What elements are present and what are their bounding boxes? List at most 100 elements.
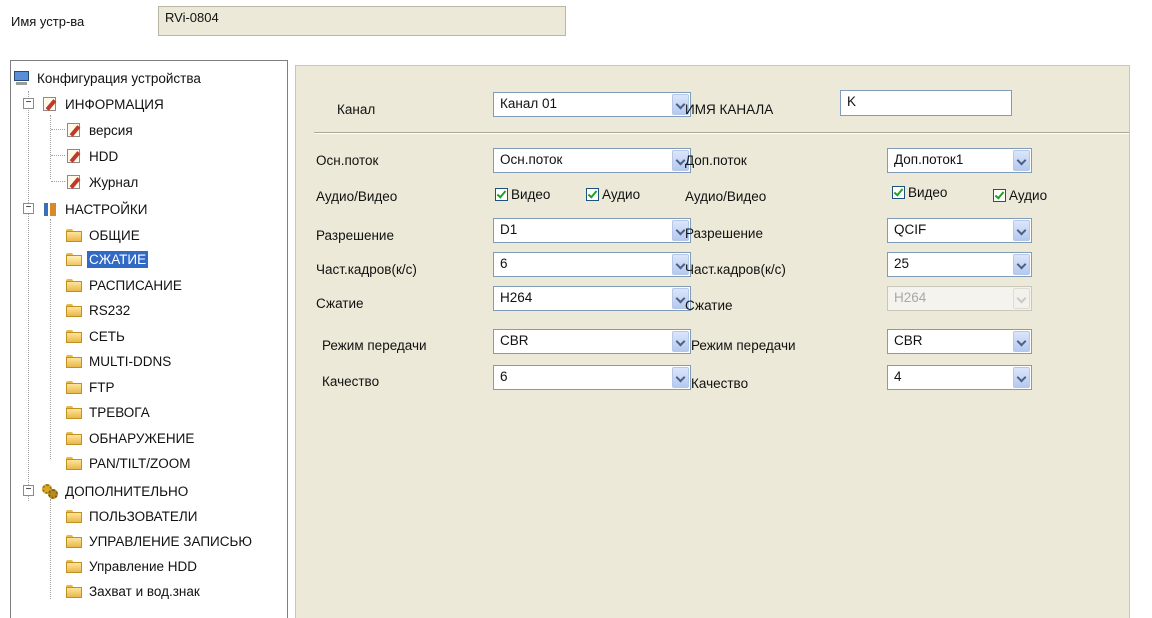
device-name-label: Имя устр-ва — [11, 14, 85, 29]
gears-icon — [41, 483, 59, 499]
sub-av-label: Аудио/Видео — [685, 189, 767, 204]
folder-icon — [65, 558, 83, 574]
tree-line — [28, 91, 29, 501]
chevron-down-icon[interactable] — [672, 367, 689, 388]
main-stream-label: Осн.поток — [316, 153, 379, 168]
tree-item-general[interactable]: ОБЩИЕ — [65, 224, 142, 246]
compression-settings-panel: Канал Канал 01 ИМЯ КАНАЛА K Осн.поток Ос… — [295, 65, 1130, 618]
sub-quality-label: Качество — [691, 376, 749, 391]
notepad-icon — [65, 122, 83, 138]
folder-icon — [65, 227, 83, 243]
tools-icon — [41, 201, 59, 217]
tree-item-compression[interactable]: СЖАТИЕ — [65, 248, 149, 270]
main-compression-label: Сжатие — [316, 296, 364, 311]
folder-icon — [65, 277, 83, 293]
folder-icon — [65, 583, 83, 599]
sub-quality-select[interactable]: 4 — [887, 365, 1032, 390]
main-mode-label: Режим передачи — [322, 338, 427, 353]
folder-icon — [65, 379, 83, 395]
main-audio-checkbox[interactable]: Аудио — [586, 187, 640, 202]
folder-icon — [65, 430, 83, 446]
main-compression-select[interactable]: H264 — [493, 286, 691, 311]
notepad-icon — [41, 96, 59, 112]
folder-icon — [65, 353, 83, 369]
tree-line — [51, 129, 65, 130]
tree-item-info[interactable]: ИНФОРМАЦИЯ — [41, 93, 166, 115]
tree-item-hdd-control[interactable]: Управление HDD — [65, 555, 199, 577]
sub-compression-label: Сжатие — [685, 298, 733, 313]
sub-compression-select: H264 — [887, 286, 1032, 311]
sub-fps-select[interactable]: 25 — [887, 252, 1032, 277]
chevron-down-icon[interactable] — [1013, 220, 1030, 241]
tree-item-settings[interactable]: НАСТРОЙКИ — [41, 198, 149, 220]
tree-line — [51, 155, 65, 156]
sub-resolution-select[interactable]: QCIF — [887, 218, 1032, 243]
folder-icon — [65, 533, 83, 549]
tree-item-alarm[interactable]: ТРЕВОГА — [65, 401, 152, 423]
checkbox-checked-icon[interactable] — [892, 186, 905, 199]
tree-item-record-control[interactable]: УПРАВЛЕНИЕ ЗАПИСЬЮ — [65, 530, 254, 552]
tree-item-multi-ddns[interactable]: MULTI-DDNS — [65, 350, 173, 372]
collapse-icon[interactable]: − — [23, 203, 34, 214]
tree-item-detection[interactable]: ОБНАРУЖЕНИЕ — [65, 427, 196, 449]
sub-stream-select[interactable]: Доп.поток1 — [887, 148, 1032, 173]
sub-resolution-label: Разрешение — [685, 226, 763, 241]
sub-video-checkbox[interactable]: Видео — [892, 185, 947, 200]
main-fps-label: Част.кадров(к/с) — [316, 262, 417, 277]
main-av-label: Аудио/Видео — [316, 189, 398, 204]
chevron-down-icon — [1013, 288, 1030, 309]
open-folder-icon — [65, 251, 83, 267]
tree-item-log[interactable]: Журнал — [65, 171, 140, 193]
chevron-down-icon[interactable] — [1013, 254, 1030, 275]
sub-stream-label: Доп.поток — [685, 153, 747, 168]
tree-item-version[interactable]: версия — [65, 119, 135, 141]
tree-root[interactable]: Конфигурация устройства — [13, 67, 203, 89]
device-header: Имя устр-ва RVi-0804 — [0, 0, 1152, 56]
main-fps-select[interactable]: 6 — [493, 252, 691, 277]
computer-icon — [13, 70, 31, 86]
sub-mode-select[interactable]: CBR — [887, 329, 1032, 354]
notepad-icon — [65, 174, 83, 190]
device-name-field: RVi-0804 — [158, 6, 566, 36]
channel-select[interactable]: Канал 01 — [493, 92, 691, 117]
tree-item-capture-watermark[interactable]: Захват и вод.знак — [65, 580, 202, 602]
tree-item-advanced[interactable]: ДОПОЛНИТЕЛЬНО — [41, 480, 190, 502]
channel-label: Канал — [337, 102, 376, 117]
tree-item-users[interactable]: ПОЛЬЗОВАТЕЛИ — [65, 505, 199, 527]
tree-item-hdd[interactable]: HDD — [65, 145, 120, 167]
chevron-down-icon[interactable] — [1013, 331, 1030, 352]
tree-item-rs232[interactable]: RS232 — [65, 299, 132, 321]
sub-fps-label: Част.кадров(к/с) — [685, 262, 786, 277]
tree-item-network[interactable]: СЕТЬ — [65, 325, 127, 347]
main-resolution-select[interactable]: D1 — [493, 218, 691, 243]
tree-line — [50, 499, 51, 599]
checkbox-checked-icon[interactable] — [993, 189, 1006, 202]
main-video-checkbox[interactable]: Видео — [495, 187, 550, 202]
channel-name-input[interactable]: K — [840, 90, 1012, 116]
collapse-icon[interactable]: − — [23, 98, 34, 109]
tree-item-ftp[interactable]: FTP — [65, 376, 117, 398]
folder-icon — [65, 328, 83, 344]
notepad-icon — [65, 148, 83, 164]
checkbox-checked-icon[interactable] — [586, 188, 599, 201]
tree-item-schedule[interactable]: РАСПИСАНИЕ — [65, 274, 184, 296]
checkbox-checked-icon[interactable] — [495, 188, 508, 201]
tree-item-ptz[interactable]: PAN/TILT/ZOOM — [65, 452, 193, 474]
main-mode-select[interactable]: CBR — [493, 329, 691, 354]
collapse-icon[interactable]: − — [23, 485, 34, 496]
folder-icon — [65, 302, 83, 318]
sub-mode-label: Режим передачи — [691, 338, 796, 353]
chevron-down-icon[interactable] — [1013, 150, 1030, 171]
chevron-down-icon[interactable] — [672, 331, 689, 352]
main-quality-label: Качество — [322, 374, 380, 389]
tree-line — [50, 219, 51, 459]
tree-line — [50, 115, 51, 179]
chevron-down-icon[interactable] — [1013, 367, 1030, 388]
main-stream-select[interactable]: Осн.поток — [493, 148, 691, 173]
sub-audio-checkbox[interactable]: Аудио — [993, 188, 1047, 203]
folder-icon — [65, 404, 83, 420]
folder-icon — [65, 455, 83, 471]
tree-line — [51, 181, 65, 182]
main-quality-select[interactable]: 6 — [493, 365, 691, 390]
config-tree[interactable]: Конфигурация устройства − ИНФОРМАЦИЯ вер… — [10, 60, 288, 618]
